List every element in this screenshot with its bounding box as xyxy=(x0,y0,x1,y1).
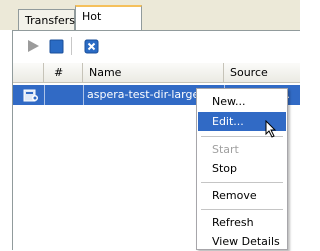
menu-item-view-details[interactable]: View Details xyxy=(198,232,286,251)
start-button[interactable] xyxy=(24,37,42,55)
tab-hot-folders[interactable]: Hot Folders xyxy=(75,5,142,43)
column-header-number[interactable]: # xyxy=(44,63,83,82)
row-number xyxy=(48,85,83,105)
menu-item-refresh[interactable]: Refresh xyxy=(198,213,286,232)
toolbar xyxy=(13,31,300,61)
mouse-pointer-icon xyxy=(265,120,277,138)
hot-folders-window: Transfers Hot Folders # Name Source xyxy=(0,0,300,250)
menu-item-start[interactable]: Start xyxy=(198,140,286,159)
menu-separator xyxy=(201,209,283,210)
hot-folder-icon xyxy=(23,87,39,103)
remove-button[interactable] xyxy=(82,37,100,55)
table-header: # Name Source xyxy=(13,63,300,83)
play-icon xyxy=(28,40,39,52)
row-divider xyxy=(44,85,45,105)
context-menu: New... Edit... Start Stop Remove Refresh… xyxy=(196,88,288,250)
column-header-name[interactable]: Name xyxy=(83,63,224,82)
column-header-icon[interactable] xyxy=(13,63,44,82)
column-header-source[interactable]: Source xyxy=(224,63,300,82)
tab-transfers[interactable]: Transfers xyxy=(18,9,75,30)
menu-separator xyxy=(201,182,283,183)
stop-button[interactable] xyxy=(47,37,65,55)
menu-item-stop[interactable]: Stop xyxy=(198,159,286,178)
tab-bar: Transfers Hot Folders xyxy=(0,0,300,43)
toolbar-separator xyxy=(71,37,72,55)
row-divider xyxy=(83,85,84,105)
delete-icon xyxy=(84,39,98,53)
menu-item-new[interactable]: New... xyxy=(198,92,286,111)
stop-icon xyxy=(49,39,63,53)
menu-item-remove[interactable]: Remove xyxy=(198,186,286,205)
